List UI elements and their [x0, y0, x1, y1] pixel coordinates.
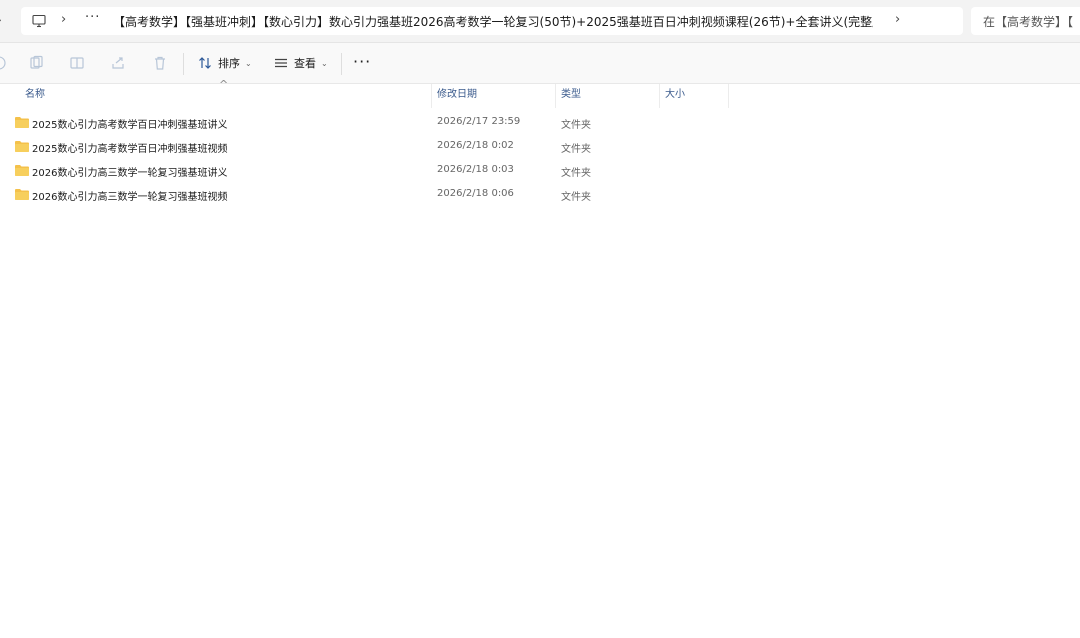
- file-date: 2026/2/18 0:02: [437, 140, 514, 151]
- command-toolbar: 排序 ⌄ 查看 ⌄ ···: [0, 43, 1080, 84]
- file-date: 2026/2/18 0:03: [437, 164, 514, 175]
- column-header-size-label: 大小: [665, 89, 685, 100]
- column-header-row: ^ 名称 修改日期 类型 大小: [0, 78, 1080, 108]
- sort-label: 排序: [218, 57, 240, 70]
- file-type: 文件夹: [561, 120, 591, 131]
- chevron-down-icon: ⌄: [321, 58, 328, 68]
- file-list-row[interactable]: 2026数心引力高三数学一轮复习强基班讲义 2026/2/18 0:03 文件夹: [0, 159, 740, 183]
- chevron-down-icon: ⌄: [245, 58, 252, 68]
- breadcrumb-chevron-icon[interactable]: ›: [895, 12, 900, 27]
- search-box[interactable]: 在【高考数学】【: [971, 7, 1080, 35]
- search-input[interactable]: 在【高考数学】【: [983, 13, 1073, 30]
- view-list-icon: [275, 58, 287, 68]
- sort-icon: [199, 57, 211, 69]
- folder-icon: [15, 117, 29, 128]
- view-label: 查看: [294, 57, 316, 70]
- column-header-date[interactable]: 修改日期: [437, 84, 556, 108]
- file-list-row[interactable]: 2026数心引力高三数学一轮复习强基班视频 2026/2/18 0:06 文件夹: [0, 183, 740, 207]
- sort-button[interactable]: 排序 ⌄: [198, 54, 252, 72]
- delete-icon[interactable]: [152, 55, 168, 71]
- rename-icon[interactable]: [69, 55, 85, 71]
- column-header-name[interactable]: 名称: [25, 84, 432, 108]
- column-header-size[interactable]: 大小: [665, 84, 729, 108]
- file-name: 2026数心引力高三数学一轮复习强基班视频: [32, 192, 228, 203]
- file-date: 2026/2/17 23:59: [437, 116, 521, 127]
- copy-icon[interactable]: [28, 55, 44, 71]
- file-type: 文件夹: [561, 144, 591, 155]
- column-header-date-label: 修改日期: [437, 89, 477, 100]
- new-item-icon[interactable]: [0, 55, 7, 71]
- toolbar-divider: [341, 53, 342, 75]
- address-bar-row: › › ··· 【高考数学】【强基班冲刺】【数心引力】数心引力强基班2026高考…: [0, 0, 1080, 43]
- column-header-name-label: 名称: [25, 89, 45, 100]
- breadcrumb-chevron-icon[interactable]: ›: [61, 12, 66, 27]
- folder-icon: [15, 141, 29, 152]
- file-date: 2026/2/18 0:06: [437, 188, 514, 199]
- this-pc-icon[interactable]: [32, 14, 46, 28]
- file-name: 2026数心引力高三数学一轮复习强基班讲义: [32, 168, 228, 179]
- empty-file-area[interactable]: [0, 207, 1080, 638]
- file-type: 文件夹: [561, 192, 591, 203]
- folder-icon: [15, 189, 29, 200]
- file-list-row[interactable]: 2025数心引力高考数学百日冲刺强基班视频 2026/2/18 0:02 文件夹: [0, 135, 740, 159]
- file-name: 2025数心引力高考数学百日冲刺强基班视频: [32, 144, 228, 155]
- view-button[interactable]: 查看 ⌄: [274, 54, 328, 72]
- column-header-type[interactable]: 类型: [561, 84, 660, 108]
- breadcrumb-overflow-button[interactable]: ···: [85, 10, 100, 25]
- breadcrumb-current-folder[interactable]: 【高考数学】【强基班冲刺】【数心引力】数心引力强基班2026高考数学一轮复习(5…: [113, 13, 873, 30]
- file-name: 2025数心引力高考数学百日冲刺强基班讲义: [32, 120, 228, 131]
- share-icon[interactable]: [110, 55, 126, 71]
- file-list-row[interactable]: 2025数心引力高考数学百日冲刺强基班讲义 2026/2/17 23:59 文件…: [0, 111, 740, 135]
- folder-icon: [15, 165, 29, 176]
- forward-arrow-icon[interactable]: ›: [0, 13, 2, 27]
- address-bar[interactable]: › ··· 【高考数学】【强基班冲刺】【数心引力】数心引力强基班2026高考数学…: [21, 7, 963, 35]
- more-options-button[interactable]: ···: [353, 52, 371, 71]
- file-type: 文件夹: [561, 168, 591, 179]
- toolbar-divider: [183, 53, 184, 75]
- column-header-type-label: 类型: [561, 89, 581, 100]
